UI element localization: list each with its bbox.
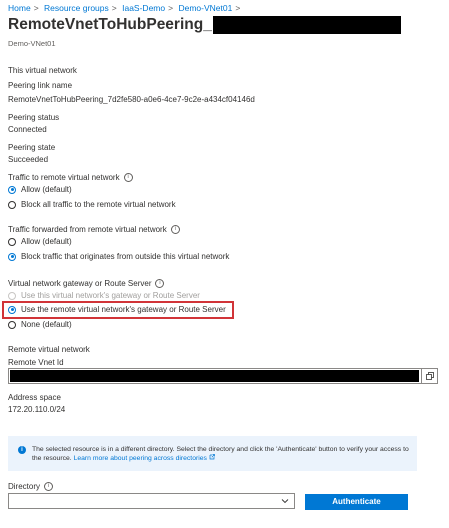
radio-icon[interactable] (8, 200, 16, 209)
redacted-block (10, 370, 419, 382)
copy-button[interactable] (421, 369, 437, 383)
peering-status-value: Connected (8, 125, 47, 134)
breadcrumb-iaas-demo[interactable]: IaaS-Demo (122, 3, 165, 13)
traffic-remote-option-allow[interactable]: Allow (default) (8, 185, 72, 194)
radio-icon[interactable] (8, 237, 16, 246)
radio-checked-icon[interactable] (8, 185, 16, 194)
gateway-option-this: Use this virtual network's gateway or Ro… (8, 291, 200, 300)
breadcrumb-separator: > (168, 3, 174, 13)
breadcrumb-separator: > (111, 3, 117, 13)
gateway-option-remote[interactable]: Use the remote virtual network's gateway… (8, 305, 226, 314)
remote-vnet-id-label: Remote Vnet Id (8, 358, 64, 367)
traffic-remote-option-block[interactable]: Block all traffic to the remote virtual … (8, 200, 176, 209)
radio-checked-icon[interactable] (8, 252, 16, 261)
learn-more-link-text[interactable]: Learn more about peering across director… (74, 455, 207, 462)
radio-label: Use the remote virtual network's gateway… (21, 305, 226, 314)
radio-label: Use this virtual network's gateway or Ro… (21, 291, 200, 300)
traffic-remote-label-text: Traffic to remote virtual network (8, 173, 120, 182)
peering-state-label: Peering state (8, 143, 56, 152)
radio-label: Allow (default) (21, 185, 72, 194)
section-remote-vnet: Remote virtual network (8, 345, 90, 354)
peering-state-value: Succeeded (8, 155, 49, 164)
gateway-label-text: Virtual network gateway or Route Server (8, 279, 152, 288)
radio-label: Block all traffic to the remote virtual … (21, 200, 176, 209)
authenticate-button[interactable]: Authenticate (305, 494, 408, 510)
breadcrumb-home[interactable]: Home (8, 3, 31, 13)
info-icon[interactable]: i (170, 225, 180, 235)
copy-icon (425, 372, 434, 380)
info-icon: i (18, 446, 26, 454)
radio-label: Allow (default) (21, 237, 72, 246)
traffic-remote-label: Traffic to remote virtual network i (8, 173, 133, 183)
gateway-label: Virtual network gateway or Route Server i (8, 279, 165, 289)
breadcrumb-separator: > (33, 3, 39, 13)
radio-checked-icon[interactable] (8, 305, 16, 314)
info-icon[interactable]: i (123, 173, 133, 183)
page-header: RemoteVnetToHubPeering_ (8, 16, 401, 34)
info-icon[interactable]: i (155, 279, 165, 289)
peering-link-name-label: Peering link name (8, 81, 73, 90)
breadcrumb-demo-vnet01[interactable]: Demo-VNet01 (178, 3, 232, 13)
radio-label: None (default) (21, 320, 72, 329)
directory-label-text: Directory (8, 482, 41, 491)
section-this-vnet: This virtual network (8, 66, 77, 75)
redacted-block (212, 16, 401, 34)
breadcrumb-separator: > (235, 3, 241, 13)
address-space-label: Address space (8, 393, 61, 402)
peering-link-name-value: RemoteVnetToHubPeering_7d2fe580-a0e6-4ce… (8, 95, 255, 104)
learn-more-link[interactable]: Learn more about peering across director… (74, 454, 215, 462)
page-subtitle: Demo-VNet01 (8, 39, 56, 48)
remote-vnet-id-field[interactable] (8, 368, 438, 384)
breadcrumb-resource-groups[interactable]: Resource groups (44, 3, 109, 13)
radio-label: Block traffic that originates from outsi… (21, 252, 230, 261)
banner-text: The selected resource is in a different … (32, 445, 412, 463)
info-banner: i The selected resource is in a differen… (8, 436, 417, 471)
info-icon[interactable]: i (44, 482, 54, 492)
radio-icon[interactable] (8, 320, 16, 329)
directory-label: Directory i (8, 482, 54, 492)
traffic-forwarded-option-allow[interactable]: Allow (default) (8, 237, 72, 246)
directory-dropdown[interactable] (8, 493, 295, 509)
traffic-forwarded-label-text: Traffic forwarded from remote virtual ne… (8, 225, 167, 234)
address-space-value: 172.20.110.0/24 (8, 405, 66, 414)
traffic-forwarded-label: Traffic forwarded from remote virtual ne… (8, 225, 180, 235)
traffic-forwarded-option-block[interactable]: Block traffic that originates from outsi… (8, 252, 229, 261)
radio-disabled-icon (8, 291, 16, 300)
peering-status-label: Peering status (8, 113, 60, 122)
gateway-option-none[interactable]: None (default) (8, 320, 72, 329)
external-link-icon (209, 454, 215, 460)
page-title: RemoteVnetToHubPeering_ (8, 16, 212, 33)
chevron-down-icon (281, 499, 289, 504)
breadcrumb: Home > Resource groups > IaaS-Demo > Demo-V… (8, 3, 243, 13)
